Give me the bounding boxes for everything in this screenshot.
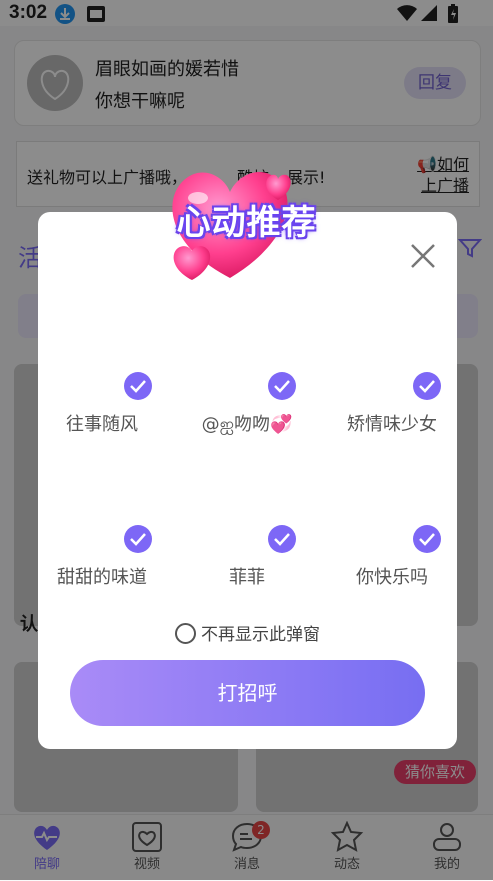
close-icon: [411, 244, 435, 268]
dont-show-again-option[interactable]: 不再显示此弹窗: [38, 620, 457, 645]
check-icon[interactable]: [413, 372, 441, 400]
check-icon[interactable]: [124, 525, 152, 553]
check-icon[interactable]: [413, 525, 441, 553]
check-icon[interactable]: [268, 372, 296, 400]
check-icon[interactable]: [268, 525, 296, 553]
greet-button[interactable]: 打招呼: [70, 660, 425, 726]
user-name: 矫情味少女: [347, 414, 437, 435]
user-name: 往事随风: [66, 414, 138, 435]
radio-icon[interactable]: [175, 623, 196, 644]
user-name: 菲菲: [229, 567, 265, 588]
modal-title: 心动推荐: [176, 203, 317, 243]
close-button[interactable]: [409, 242, 437, 274]
check-icon[interactable]: [124, 372, 152, 400]
user-name: 你快乐吗: [356, 567, 428, 588]
user-name: @ஐ吻吻💞: [201, 414, 293, 435]
user-name: 甜甜的味道: [57, 567, 147, 588]
